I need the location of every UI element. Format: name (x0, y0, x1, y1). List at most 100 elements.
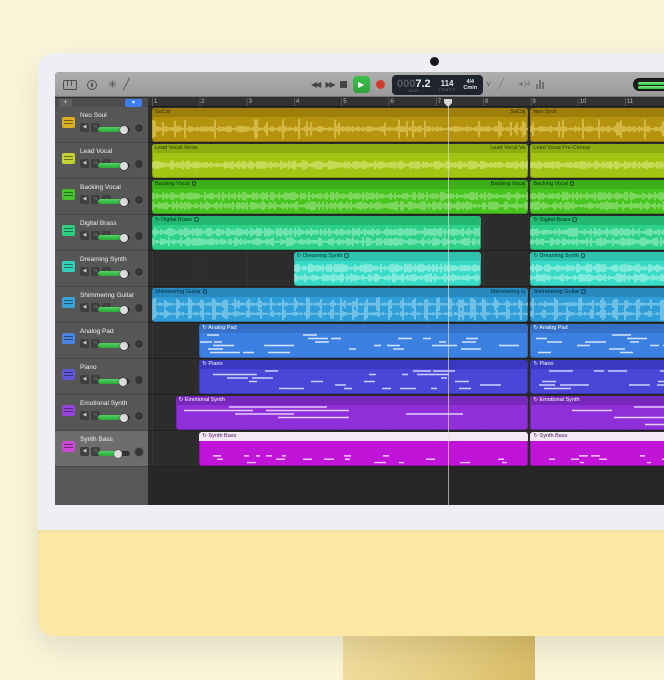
volume-slider[interactable] (98, 307, 130, 312)
region-end-label: SoCal (510, 108, 525, 117)
track-lane[interactable]: ↻ Analog Pad↻ Analog Pad (148, 323, 664, 359)
volume-slider[interactable] (98, 127, 130, 132)
volume-knob[interactable] (120, 198, 128, 206)
region-emotional-synth[interactable]: ↻ Emotional Synth (176, 396, 529, 430)
volume-slider[interactable] (98, 235, 130, 240)
volume-knob[interactable] (120, 126, 128, 134)
track-lane[interactable]: Lead Vocal VerseLead Vocal VeLead Vocal … (148, 143, 664, 179)
region-synth-bass[interactable]: ↻ Synth Bass (199, 432, 528, 466)
track-header-lead-vocal[interactable]: Lead Vocal◀∩↓ (55, 143, 148, 179)
volume-knob[interactable] (114, 450, 122, 458)
ruler[interactable]: 123456789101112 (148, 98, 664, 107)
track-lane[interactable]: ↻ Digital Brass ↻ Digital Brass (148, 215, 664, 251)
volume-slider[interactable] (98, 451, 130, 456)
mute-button[interactable]: ◀ (80, 375, 89, 384)
lcd-chevron-icon[interactable]: ∨ (486, 80, 491, 88)
track-lane[interactable]: ↻ Emotional Synth↻ Emotional Synth (148, 395, 664, 431)
pan-knob[interactable] (134, 411, 144, 421)
add-track-button[interactable]: + (59, 99, 72, 107)
play-button[interactable]: ▶ (353, 76, 370, 93)
stop-button[interactable] (340, 81, 347, 88)
region-analog-pad[interactable]: ↻ Analog Pad (199, 324, 528, 358)
region-label: Backing VocalBacking Vocal (152, 180, 528, 189)
pencil-icon[interactable]: ╱ (123, 79, 130, 91)
mute-button[interactable]: ◀ (80, 231, 89, 240)
track-lane[interactable]: SoCalSoCalNeo Soul (148, 107, 664, 143)
region-synth-bass[interactable]: ↻ Synth Bass (530, 432, 664, 466)
volume-knob[interactable] (120, 162, 128, 170)
track-header-shimmering-guitar[interactable]: Shimmering Guitar◀∩↓ (55, 287, 148, 323)
pan-knob[interactable] (134, 267, 144, 277)
volume-slider[interactable] (98, 163, 130, 168)
track-header-digital-brass[interactable]: Digital Brass◀∩↓ (55, 215, 148, 251)
track-lane[interactable]: ↻ Piano↻ Piano (148, 359, 664, 395)
level-meters-icon[interactable] (536, 80, 545, 89)
timer-icon[interactable] (87, 80, 97, 90)
gear-icon[interactable]: ✳ (108, 79, 117, 91)
pan-knob[interactable] (134, 231, 144, 241)
volume-slider[interactable] (98, 271, 130, 276)
region-dreaming-synth[interactable]: ↻ Dreaming Synth (294, 252, 481, 286)
region-backing-vocal[interactable]: Backing VocalBacking Vocal (152, 180, 528, 214)
ruler-bar-number: 5 (343, 99, 346, 105)
pan-knob[interactable] (134, 447, 144, 457)
pan-knob[interactable] (134, 303, 144, 313)
keyboard-icon[interactable] (63, 80, 77, 90)
region-shimmering-guitar[interactable]: Shimmering GuitarShimmering G (152, 288, 528, 322)
region-lead-vocal-pre-chorus[interactable]: Lead Vocal Pre-Chorus (530, 144, 664, 178)
volume-knob[interactable] (120, 234, 128, 242)
mute-button[interactable]: ◀ (80, 447, 89, 456)
region-socal[interactable]: SoCalSoCal (152, 108, 528, 142)
edit-pencil-icon[interactable]: ╱ (498, 79, 504, 90)
track-options-button[interactable]: ▾ (125, 99, 142, 107)
region-analog-pad[interactable]: ↻ Analog Pad (530, 324, 664, 358)
mute-button[interactable]: ◀ (80, 159, 89, 168)
volume-knob[interactable] (120, 342, 128, 350)
track-header-dreaming-synth[interactable]: Dreaming Synth◀∩↓ (55, 251, 148, 287)
pan-knob[interactable] (134, 195, 144, 205)
track-header-emotional-synth[interactable]: Emotional Synth◀∩ (55, 395, 148, 431)
region-backing-vocal[interactable]: Backing Vocal (530, 180, 664, 214)
track-header-neo-soul[interactable]: Neo Soul◀∩ (55, 107, 148, 143)
mute-button[interactable]: ◀ (80, 303, 89, 312)
record-button[interactable] (376, 80, 385, 89)
region-digital-brass[interactable]: ↻ Digital Brass (530, 216, 664, 250)
volume-slider[interactable] (98, 379, 130, 384)
mute-button[interactable]: ◀ (80, 195, 89, 204)
region-neo-soul[interactable]: Neo Soul (530, 108, 664, 142)
pan-knob[interactable] (134, 123, 144, 133)
region-piano[interactable]: ↻ Piano (199, 360, 528, 394)
track-lane[interactable]: Shimmering GuitarShimmering GShimmering … (148, 287, 664, 323)
track-lane[interactable]: ↻ Dreaming Synth ↻ Dreaming Synth (148, 251, 664, 287)
region-piano[interactable]: ↻ Piano (530, 360, 664, 394)
region-shimmering-guitar[interactable]: Shimmering Guitar (530, 288, 664, 322)
pan-knob[interactable] (134, 159, 144, 169)
lcd-display[interactable]: 0007.2 BAR 114 TEMPO 4/4 Cmin (392, 75, 483, 95)
pan-knob[interactable] (134, 339, 144, 349)
track-header-synth-bass[interactable]: Synth Bass◀∩ (55, 431, 148, 467)
volume-knob[interactable] (119, 378, 127, 386)
track-header-analog-pad[interactable]: Analog Pad◀∩ (55, 323, 148, 359)
region-emotional-synth[interactable]: ↻ Emotional Synth (530, 396, 664, 430)
track-header-piano[interactable]: Piano◀∩ (55, 359, 148, 395)
region-dreaming-synth[interactable]: ↻ Dreaming Synth (530, 252, 664, 286)
rewind-button[interactable]: ◀◀ (311, 80, 319, 89)
track-lane[interactable]: ↻ Synth Bass↻ Synth Bass (148, 431, 664, 467)
volume-slider[interactable] (98, 199, 130, 204)
pan-knob[interactable] (134, 375, 144, 385)
volume-knob[interactable] (120, 270, 128, 278)
volume-knob[interactable] (120, 414, 128, 422)
volume-knob[interactable] (120, 306, 128, 314)
mute-button[interactable]: ◀ (80, 411, 89, 420)
volume-slider[interactable] (98, 415, 130, 420)
mute-button[interactable]: ◀ (80, 339, 89, 348)
volume-slider[interactable] (98, 343, 130, 348)
forward-button[interactable]: ▶▶ (325, 80, 333, 89)
mute-button[interactable]: ◀ (80, 267, 89, 276)
track-header-backing-vocal[interactable]: Backing Vocal◀∩↓ (55, 179, 148, 215)
track-lane[interactable]: Backing VocalBacking VocalBacking Vocal (148, 179, 664, 215)
region-label: ↻ Dreaming Synth (530, 252, 664, 261)
mute-button[interactable]: ◀ (80, 123, 89, 132)
region-lead-vocal-verse[interactable]: Lead Vocal VerseLead Vocal Ve (152, 144, 528, 178)
region-digital-brass[interactable]: ↻ Digital Brass (152, 216, 481, 250)
